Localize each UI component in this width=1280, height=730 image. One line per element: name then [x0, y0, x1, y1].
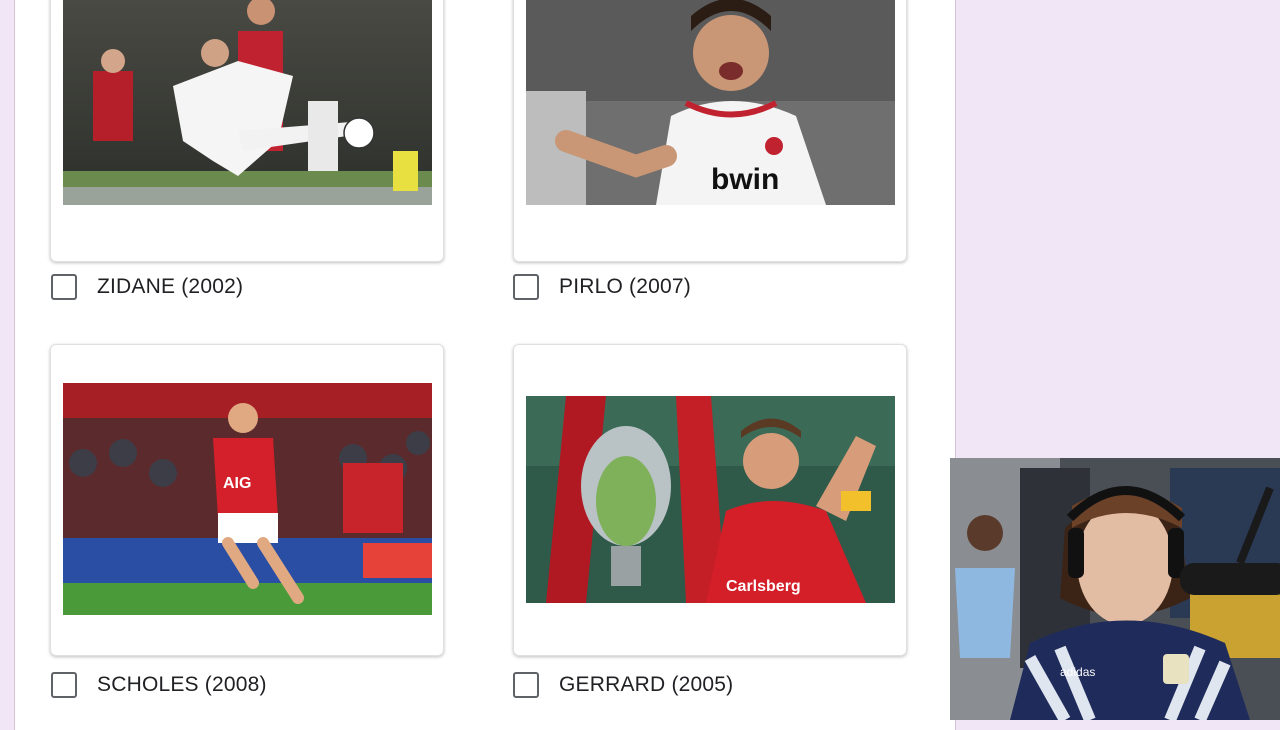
gerrard-sponsor-text: Carlsberg — [726, 578, 801, 595]
webcam-shirt-brand: adidas — [1060, 665, 1095, 679]
option-scholes[interactable]: SCHOLES (2008) — [51, 672, 267, 698]
zidane-photo — [63, 0, 432, 205]
checkbox-gerrard[interactable] — [513, 672, 539, 698]
pirlo-sponsor-text: bwin — [711, 163, 779, 196]
option-label-gerrard: GERRARD (2005) — [559, 673, 734, 696]
option-image-card-pirlo: bwin — [513, 0, 907, 262]
option-gerrard[interactable]: GERRARD (2005) — [513, 672, 733, 698]
option-label-zidane: ZIDANE (2002) — [97, 275, 244, 298]
checkbox-pirlo[interactable] — [513, 274, 539, 300]
option-pirlo[interactable]: PIRLO (2007) — [513, 274, 691, 300]
pirlo-photo: bwin — [526, 0, 895, 205]
checkbox-scholes[interactable] — [51, 672, 77, 698]
gerrard-photo: Carlsberg — [526, 396, 895, 603]
option-label-pirlo: PIRLO (2007) — [559, 275, 691, 298]
option-image-card-zidane — [50, 0, 444, 262]
option-image-card-scholes: AIG — [50, 344, 444, 656]
webcam-overlay: adidas — [950, 458, 1280, 720]
option-zidane[interactable]: ZIDANE (2002) — [51, 274, 243, 300]
option-image-card-gerrard: Carlsberg — [513, 344, 907, 656]
scholes-sponsor-text: AIG — [223, 475, 251, 492]
checkbox-zidane[interactable] — [51, 274, 77, 300]
option-label-scholes: SCHOLES (2008) — [97, 673, 267, 696]
scholes-photo: AIG — [63, 383, 432, 615]
question-card: ZIDANE (2002) bwin PIRLO (2007) AIG SCHO… — [14, 0, 956, 730]
